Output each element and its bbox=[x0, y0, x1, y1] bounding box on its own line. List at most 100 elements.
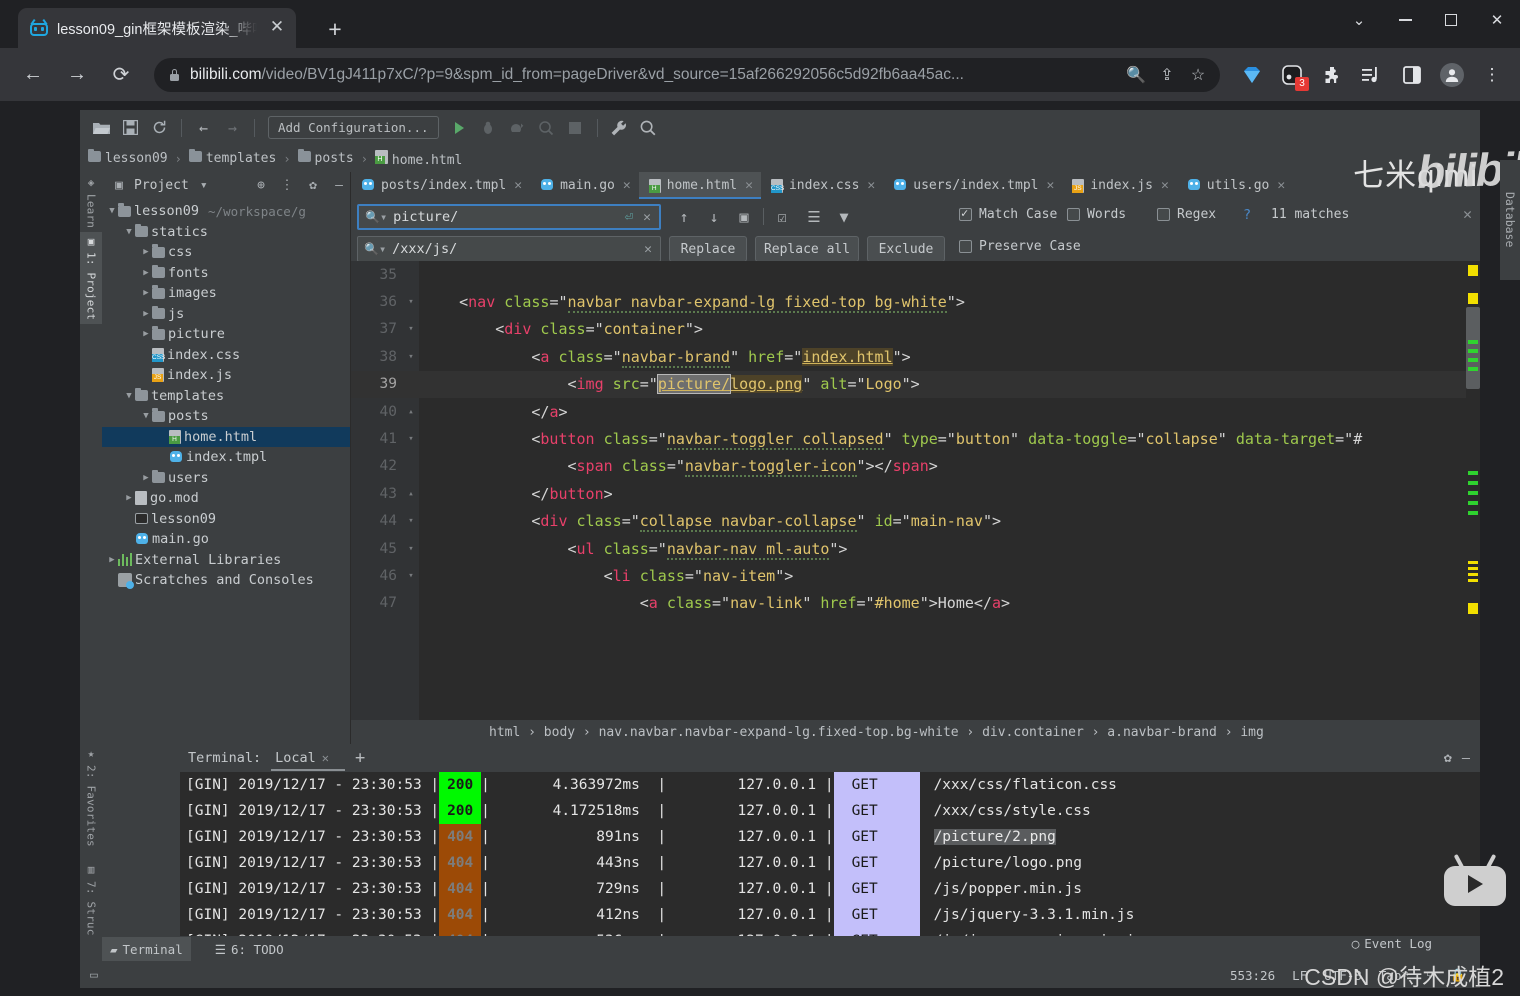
fold-toggle-icon[interactable]: ▾ bbox=[403, 516, 419, 526]
tree-item-go-mod[interactable]: ▶go.mod bbox=[102, 488, 350, 509]
replace-input[interactable] bbox=[392, 241, 636, 257]
hide-tool-windows-icon[interactable]: ▭ bbox=[86, 968, 98, 983]
add-terminal-button[interactable]: + bbox=[355, 748, 365, 768]
code-line[interactable]: 40▴ </a> bbox=[351, 398, 1480, 425]
tree-item-lesson09[interactable]: ▼lesson09~/workspace/g bbox=[102, 201, 350, 222]
editor-tab-home-html[interactable]: Hhome.html✕ bbox=[639, 172, 761, 199]
breadcrumb-item-0[interactable]: lesson09 bbox=[88, 151, 168, 166]
fold-toggle-icon[interactable]: ▴ bbox=[403, 489, 419, 499]
puzzle-icon[interactable] bbox=[1312, 55, 1352, 95]
code-line[interactable]: 41▾ <button class="navbar-toggler collap… bbox=[351, 425, 1480, 452]
filter-lines-icon[interactable]: ☰ bbox=[803, 206, 825, 228]
fold-toggle-icon[interactable]: ▾ bbox=[403, 544, 419, 554]
exclude-button[interactable]: Exclude bbox=[867, 236, 945, 262]
tree-item-images[interactable]: ▶images bbox=[102, 283, 350, 304]
search-field[interactable]: 🔍▾ ⏎ ✕ bbox=[357, 204, 661, 230]
folder-open-icon[interactable] bbox=[88, 114, 115, 141]
tree-item-external-libraries[interactable]: ▶External Libraries bbox=[102, 550, 350, 571]
tree-item-posts[interactable]: ▼posts bbox=[102, 406, 350, 427]
code-editor[interactable]: 3536▾ <nav class="navbar navbar-expand-l… bbox=[351, 261, 1480, 744]
chevron-right-icon[interactable]: ▶ bbox=[140, 288, 152, 298]
editor-tab-users-index-tmpl[interactable]: users/index.tmpl✕ bbox=[883, 172, 1062, 199]
breadcrumb-item-1[interactable]: templates bbox=[189, 151, 276, 166]
ide-back-button[interactable]: ← bbox=[190, 114, 217, 141]
tree-item-users[interactable]: ▶users bbox=[102, 468, 350, 489]
save-icon[interactable] bbox=[117, 114, 144, 141]
hide-panel-icon[interactable]: — bbox=[328, 175, 350, 197]
coverage-icon[interactable] bbox=[504, 114, 531, 141]
address-bar[interactable]: bilibili.com/video/BV1gJ411p7xC/?p=9&spm… bbox=[154, 58, 1220, 92]
database-tool-tab[interactable]: Database bbox=[1500, 160, 1520, 280]
fold-toggle-icon[interactable]: ▴ bbox=[403, 407, 419, 417]
breadcrumb-item-3[interactable]: home.html bbox=[375, 150, 462, 168]
element-path-breadcrumb[interactable]: html › body › nav.navbar.navbar-expand-l… bbox=[351, 720, 1480, 744]
editor-tab-posts-index-tmpl[interactable]: posts/index.tmpl✕ bbox=[351, 172, 530, 199]
close-icon[interactable]: ✕ bbox=[514, 178, 522, 193]
code-line[interactable]: 37▾ <div class="container"> bbox=[351, 316, 1480, 343]
tree-item-index-tmpl[interactable]: index.tmpl bbox=[102, 447, 350, 468]
kebab-menu-icon[interactable]: ⋮ bbox=[1472, 55, 1512, 95]
tree-item-fonts[interactable]: ▶fonts bbox=[102, 263, 350, 284]
search-everywhere-icon[interactable] bbox=[635, 114, 662, 141]
close-icon[interactable]: ✕ bbox=[745, 178, 753, 193]
tree-item-statics[interactable]: ▼statics bbox=[102, 222, 350, 243]
code-line[interactable]: 46▾ <li class="nav-item"> bbox=[351, 562, 1480, 589]
fold-toggle-icon[interactable]: ▾ bbox=[403, 352, 419, 362]
extension-badge-icon[interactable]: 3 bbox=[1272, 55, 1312, 95]
code-line[interactable]: 45▾ <ul class="navbar-nav ml-auto"> bbox=[351, 535, 1480, 562]
wrench-icon[interactable] bbox=[606, 114, 633, 141]
minimize-icon[interactable]: — bbox=[1462, 750, 1470, 766]
code-line[interactable]: 43▴ </button> bbox=[351, 480, 1480, 507]
preserve-case-checkbox[interactable]: Preserve Case bbox=[959, 239, 1081, 254]
chevron-right-icon[interactable]: ▶ bbox=[123, 493, 135, 503]
sync-icon[interactable] bbox=[146, 114, 173, 141]
sidebar-item-project[interactable]: ▣ 1: Project bbox=[80, 232, 102, 324]
tree-item-js[interactable]: ▶js bbox=[102, 304, 350, 325]
tab-close-icon[interactable]: ✕ bbox=[266, 17, 288, 39]
editor-tab-utils-go[interactable]: utils.go✕ bbox=[1177, 172, 1293, 199]
stop-icon[interactable] bbox=[562, 114, 589, 141]
code-line[interactable]: 44▾ <div class="collapse navbar-collapse… bbox=[351, 508, 1480, 535]
editor-tab-index-js[interactable]: JSindex.js✕ bbox=[1062, 172, 1176, 199]
replace-all-button[interactable]: Replace all bbox=[755, 236, 859, 262]
run-icon[interactable] bbox=[446, 114, 473, 141]
gear-icon[interactable]: ✿ bbox=[1444, 750, 1452, 766]
code-line[interactable]: 35 bbox=[351, 261, 1480, 288]
terminal-tab-local[interactable]: Local ✕ bbox=[271, 745, 345, 771]
words-checkbox[interactable]: Words bbox=[1067, 207, 1126, 222]
fold-toggle-icon[interactable]: ▾ bbox=[403, 571, 419, 581]
locate-icon[interactable]: ⊕ bbox=[250, 175, 272, 197]
chevron-down-icon[interactable]: ▼ bbox=[106, 206, 118, 216]
share-icon[interactable]: ⇪ bbox=[1157, 65, 1177, 85]
chevron-right-icon[interactable]: ▶ bbox=[140, 473, 152, 483]
close-find-panel-icon[interactable]: ✕ bbox=[1463, 205, 1472, 223]
event-log-button[interactable]: ◯ Event Log bbox=[1352, 936, 1432, 951]
chevron-down-icon[interactable]: ▼ bbox=[123, 391, 135, 401]
multiline-icon[interactable]: ☑ bbox=[771, 206, 793, 228]
zoom-icon[interactable]: 🔍 bbox=[1126, 65, 1146, 85]
replace-field[interactable]: 🔍▾ ✕ bbox=[357, 236, 661, 262]
search-input[interactable] bbox=[393, 209, 617, 225]
chevron-down-icon[interactable]: ▼ bbox=[123, 227, 135, 237]
filter-icon[interactable]: ▼ bbox=[833, 206, 855, 228]
clear-search-icon[interactable]: ✕ bbox=[641, 210, 653, 225]
window-minimize-button[interactable] bbox=[1382, 0, 1428, 40]
replace-button[interactable]: Replace bbox=[669, 236, 747, 262]
tree-item-scratches-and-consoles[interactable]: Scratches and Consoles bbox=[102, 570, 350, 591]
chevron-right-icon[interactable]: ▶ bbox=[140, 309, 152, 319]
chevron-right-icon[interactable]: ▶ bbox=[106, 555, 118, 565]
chevron-down-icon[interactable]: ▾ bbox=[193, 175, 215, 197]
editor-tab-main-go[interactable]: main.go✕ bbox=[530, 172, 639, 199]
reload-button[interactable]: ⟳ bbox=[102, 56, 140, 94]
tree-item-css[interactable]: ▶css bbox=[102, 242, 350, 263]
close-icon[interactable]: ✕ bbox=[1161, 178, 1169, 193]
caret-position[interactable]: 553:26 bbox=[1230, 968, 1275, 983]
clear-replace-icon[interactable]: ✕ bbox=[642, 242, 654, 257]
close-icon[interactable]: ✕ bbox=[1277, 178, 1285, 193]
close-icon[interactable]: ✕ bbox=[867, 178, 875, 193]
regex-checkbox[interactable]: Regex bbox=[1157, 207, 1216, 222]
chevron-right-icon[interactable]: ▶ bbox=[140, 268, 152, 278]
diamond-icon[interactable] bbox=[1232, 55, 1272, 95]
code-line[interactable]: 39 <img src="picture/logo.png" alt="Logo… bbox=[351, 371, 1480, 398]
back-button[interactable]: ← bbox=[14, 56, 52, 94]
